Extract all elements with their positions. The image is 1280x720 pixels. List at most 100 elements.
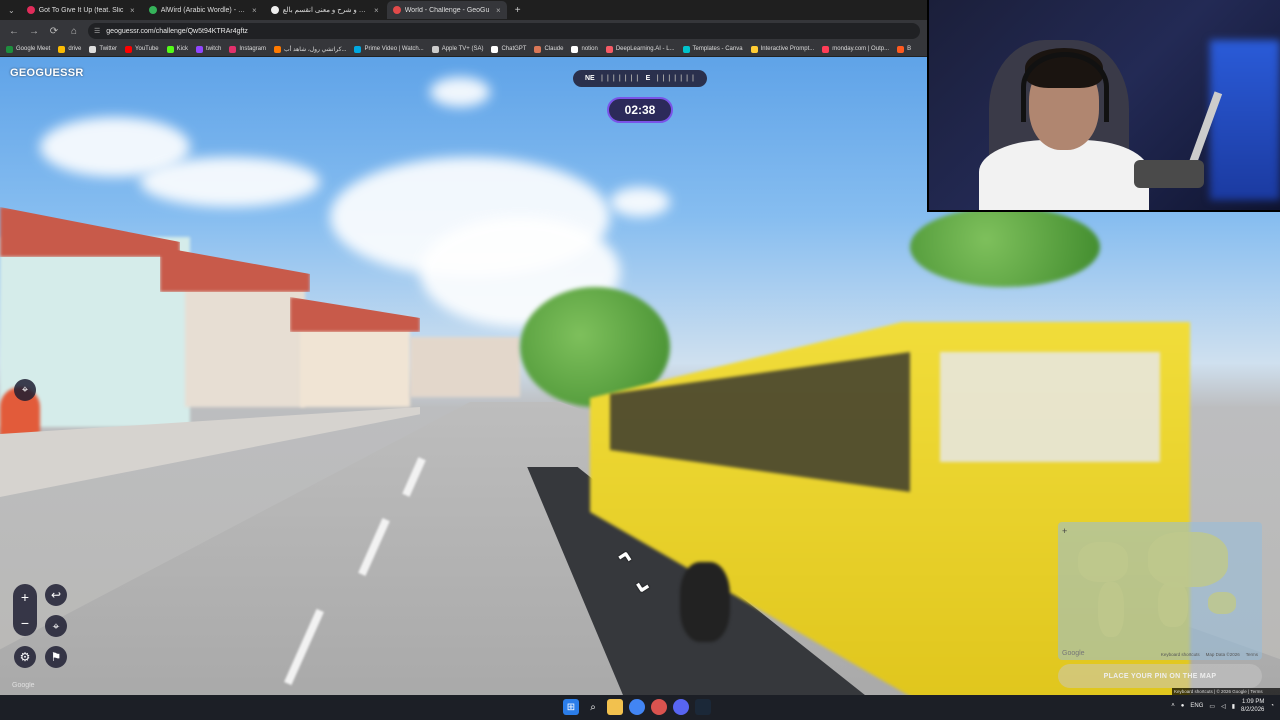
language-indicator[interactable]: ENG xyxy=(1190,703,1203,709)
windows-start-icon[interactable]: ⊞ xyxy=(563,699,579,715)
compass-ticks: | | | | | | | xyxy=(601,75,640,82)
building xyxy=(410,337,520,397)
bookmark-chatgpt[interactable]: ChatGPT xyxy=(491,45,526,53)
bookmark-google-meet[interactable]: Google Meet xyxy=(6,45,50,53)
headset-icon xyxy=(1021,52,1109,122)
bookmark-interactive-prompt[interactable]: Interactive Prompt... xyxy=(750,45,814,53)
close-icon[interactable]: × xyxy=(374,6,379,15)
bus-windshield xyxy=(940,352,1160,462)
bookmark-label: Kick xyxy=(176,46,188,52)
bookmark-drive[interactable]: drive xyxy=(58,45,81,53)
new-tab-button[interactable]: + xyxy=(509,5,527,16)
building-roof xyxy=(290,297,420,332)
file-explorer-icon[interactable] xyxy=(607,699,623,715)
search-icon[interactable]: ⌕ xyxy=(585,699,601,715)
bookmark-label: Templates - Canva xyxy=(692,46,743,52)
discord-icon[interactable] xyxy=(673,699,689,715)
place-pin-button[interactable]: PLACE YOUR PIN ON THE MAP xyxy=(1058,664,1262,688)
minimap-expand-button[interactable]: + xyxy=(1062,526,1067,536)
battery-icon[interactable]: ▮ xyxy=(1232,703,1235,710)
bookmark-label: Claude xyxy=(544,46,564,52)
bookmark-notion[interactable]: notion xyxy=(571,45,598,53)
canva-icon xyxy=(682,45,690,53)
bookmark-kick[interactable]: Kick xyxy=(166,45,188,53)
bookmark-monday[interactable]: monday.com | Outp... xyxy=(822,45,889,53)
bookmark-youtube[interactable]: YouTube xyxy=(125,45,159,53)
guess-minimap[interactable]: + Google Keyboard shortcuts Map Data ©20… xyxy=(1058,522,1262,660)
bookmark-canva[interactable]: Templates - Canva xyxy=(682,45,743,53)
settings-button[interactable]: ⚙ xyxy=(14,646,36,668)
chrome-icon[interactable] xyxy=(629,699,645,715)
tab-title: World - Challenge - GeoGu xyxy=(404,6,490,14)
app-icon[interactable] xyxy=(651,699,667,715)
zoom-controls: + − xyxy=(13,584,37,636)
clock-date: 8/2/2026 xyxy=(1241,707,1265,713)
tab-dictionary[interactable]: تعريف و شرح و معنى انقسم بالع × xyxy=(265,1,385,19)
youtube-icon xyxy=(125,45,133,53)
keyboard-shortcuts-link[interactable]: Keyboard shortcuts xyxy=(1161,652,1200,657)
bookmark-deeplearning[interactable]: DeepLearning.AI - L... xyxy=(605,45,675,53)
blue-led-light xyxy=(1210,40,1280,200)
bookmark-twitter[interactable]: Twitter xyxy=(89,45,117,53)
compass-ticks: | | | | | | | xyxy=(656,75,695,82)
building-roof xyxy=(0,207,180,257)
bookmark-label: DeepLearning.AI - L... xyxy=(615,46,675,52)
bookmark-twitch[interactable]: twitch xyxy=(195,45,221,53)
reload-icon[interactable]: ⟳ xyxy=(48,26,60,37)
close-icon[interactable]: × xyxy=(130,6,135,15)
close-icon[interactable]: × xyxy=(496,6,501,15)
forward-arrow-icon[interactable]: → xyxy=(28,26,40,37)
home-icon[interactable]: ⌂ xyxy=(68,26,80,37)
steam-icon[interactable] xyxy=(695,699,711,715)
geoguessr-logo[interactable]: GEOGUESSR xyxy=(10,67,84,79)
tab-title: Got To Give It Up (feat. Slic xyxy=(38,6,124,14)
site-info-icon[interactable]: ☰ xyxy=(94,27,100,35)
bookmark-claude[interactable]: Claude xyxy=(534,45,564,53)
close-icon[interactable]: × xyxy=(252,6,257,15)
zoom-out-button[interactable]: − xyxy=(21,615,29,631)
zoom-in-button[interactable]: + xyxy=(21,589,29,605)
bookmark-label: Apple TV+ (SA) xyxy=(441,46,484,52)
kick-icon xyxy=(166,45,174,53)
flag-checkpoint-button[interactable]: ⚑ xyxy=(45,646,67,668)
x-icon xyxy=(89,45,97,53)
tab-search-icon[interactable]: ⌄ xyxy=(4,6,19,15)
volume-icon[interactable]: ◁ xyxy=(1221,703,1226,710)
bookmark-label: B xyxy=(907,46,912,52)
bookmark-apple-tv[interactable]: Apple TV+ (SA) xyxy=(431,45,484,53)
tab-title: AlWird (Arabic Wordle) - الورد xyxy=(160,7,249,14)
building xyxy=(185,277,305,407)
url-input[interactable]: ☰ geoguessr.com/challenge/Qw5t94KTRAr4gf… xyxy=(88,23,920,39)
compass: NE | | | | | | | E | | | | | | | xyxy=(573,70,707,87)
map-landmass xyxy=(1158,582,1188,627)
tray-overflow-icon[interactable]: ˄ xyxy=(1171,703,1175,709)
alwird-tab-favicon-icon xyxy=(148,6,157,14)
terms-link[interactable]: Terms xyxy=(1246,652,1258,657)
chatgpt-icon xyxy=(491,45,499,53)
bookmark-label: Prime Video | Watch... xyxy=(364,46,424,52)
location-pin-icon[interactable]: ⌖ xyxy=(14,379,36,401)
bookmark-label: notion xyxy=(581,46,598,52)
map-landmass xyxy=(1078,542,1128,582)
location-icon[interactable]: ● xyxy=(1181,703,1185,709)
notion-icon xyxy=(571,45,579,53)
tab-geoguessr[interactable]: World - Challenge - GeoGu × xyxy=(386,1,507,19)
cloud xyxy=(610,187,670,217)
network-icon[interactable]: ▭ xyxy=(1209,703,1215,710)
bookmark-instagram[interactable]: Instagram xyxy=(229,45,266,53)
undo-move-button[interactable]: ↩ xyxy=(45,584,67,606)
notifications-icon[interactable]: ◔ xyxy=(1270,703,1274,709)
tab-music[interactable]: Got To Give It Up (feat. Slic × xyxy=(21,1,141,19)
minimap-attribution: Keyboard shortcuts Map Data ©2026 Terms xyxy=(1161,652,1258,657)
bookmark-b[interactable]: B xyxy=(897,45,912,53)
bookmark-prime-video[interactable]: Prime Video | Watch... xyxy=(354,45,424,53)
deeplearning-icon xyxy=(605,45,613,53)
bookmark-karachi-roll[interactable]: كراتشي رول، شاهد أب... xyxy=(274,45,346,53)
clock[interactable]: 1:09 PM 8/2/2026 xyxy=(1241,698,1264,714)
map-data-text: Map Data ©2026 xyxy=(1205,652,1240,657)
crunchyroll-icon xyxy=(274,45,281,53)
back-arrow-icon[interactable]: ← xyxy=(8,26,20,37)
tab-alwird[interactable]: AlWird (Arabic Wordle) - الورد × xyxy=(143,1,263,19)
dictionary-tab-favicon-icon xyxy=(270,6,279,14)
return-to-start-button[interactable]: ⌖ xyxy=(45,615,67,637)
